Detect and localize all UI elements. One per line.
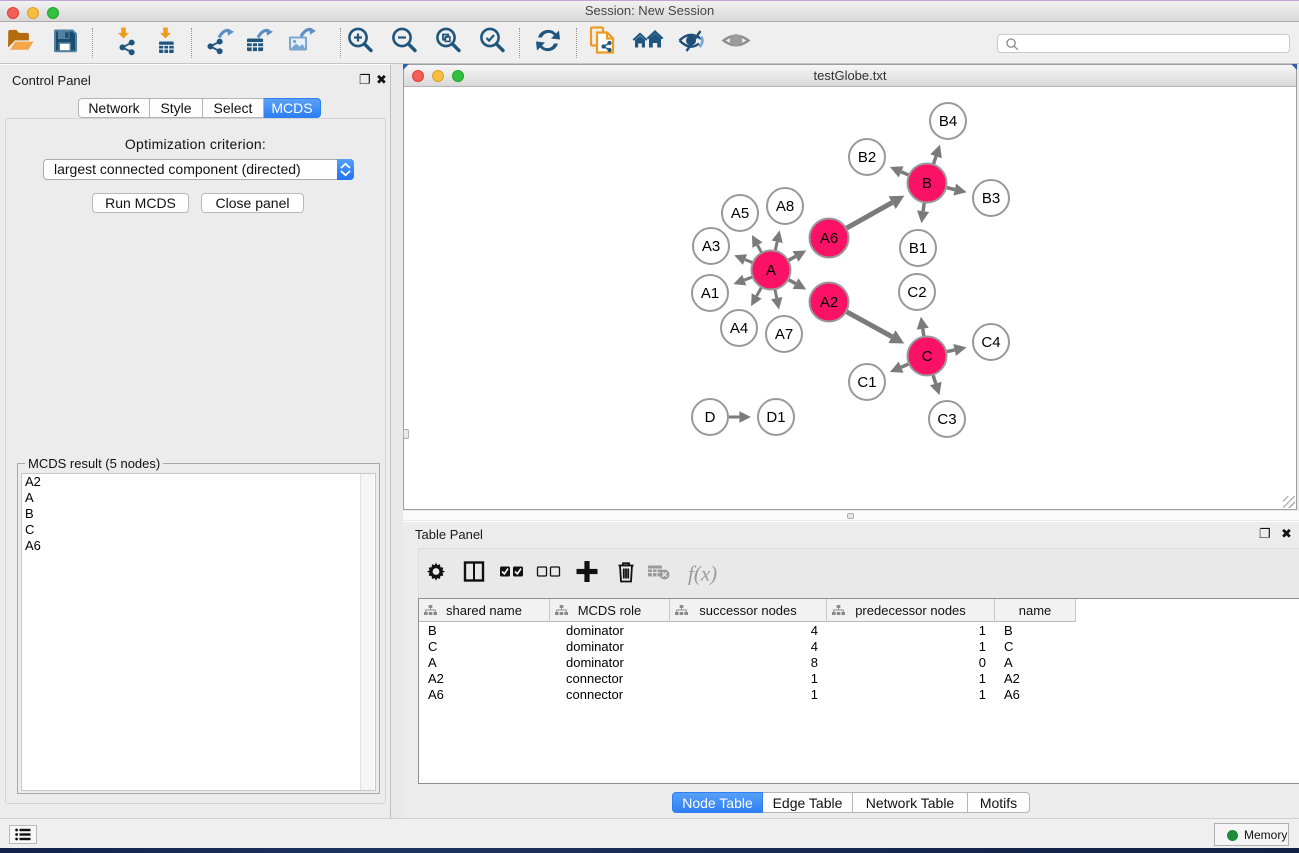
svg-text:A3: A3: [702, 238, 720, 255]
svg-text:C3: C3: [937, 411, 956, 428]
svg-text:B: B: [922, 175, 932, 192]
svg-text:A6: A6: [820, 230, 838, 247]
svg-text:D1: D1: [766, 409, 785, 426]
svg-text:A5: A5: [731, 205, 749, 222]
svg-text:C1: C1: [857, 374, 876, 391]
svg-text:A4: A4: [730, 320, 748, 337]
svg-text:A8: A8: [776, 198, 794, 215]
svg-text:A2: A2: [820, 294, 838, 311]
svg-text:A: A: [766, 262, 776, 279]
svg-text:C: C: [922, 348, 933, 365]
svg-text:B2: B2: [858, 149, 876, 166]
svg-text:C4: C4: [981, 334, 1000, 351]
svg-text:C2: C2: [907, 284, 926, 301]
svg-text:B1: B1: [909, 240, 927, 257]
svg-text:A7: A7: [775, 326, 793, 343]
svg-text:B4: B4: [939, 113, 957, 130]
svg-text:A1: A1: [701, 285, 719, 302]
svg-text:B3: B3: [982, 190, 1000, 207]
svg-text:D: D: [705, 409, 716, 426]
